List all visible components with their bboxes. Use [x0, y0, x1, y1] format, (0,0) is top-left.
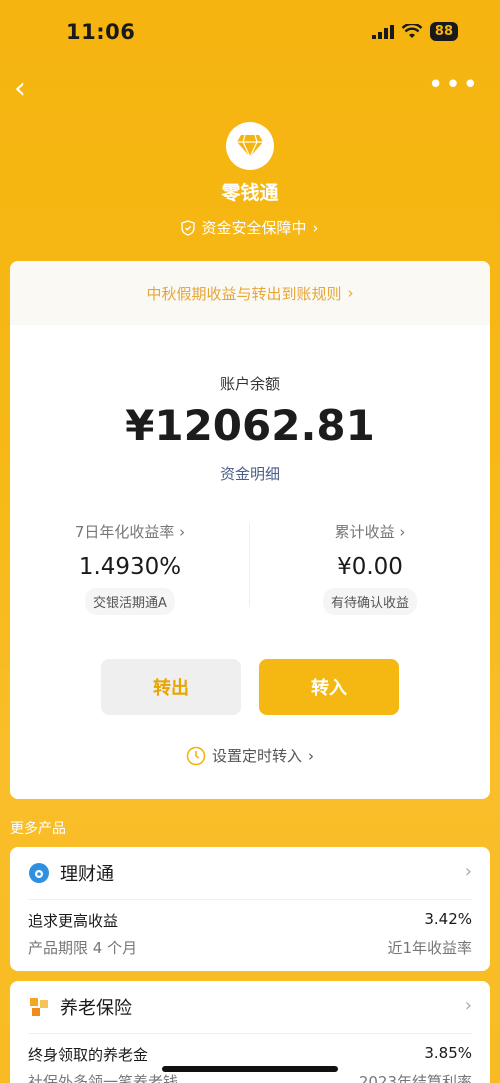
chevron-right-icon: ›: [464, 995, 472, 1016]
balance-label: 账户余额: [219, 375, 280, 393]
pending-tag: 有待确认收益: [322, 588, 417, 615]
yield-label: 7日年化收益率 ›: [74, 523, 186, 541]
pension-logo-icon: [30, 998, 48, 1016]
product-name: 理财通: [60, 864, 114, 885]
transfer-out-button[interactable]: 转出: [101, 659, 241, 715]
page-header: 零钱通 资金安全保障中 ›: [0, 122, 500, 238]
yield-value: 1.4930%: [78, 554, 182, 580]
balance-amount: ¥12062.81: [125, 401, 375, 450]
notice-text: 中秋假期收益与转出到账规则: [146, 284, 342, 303]
status-icons: 88: [371, 22, 458, 41]
battery-icon: 88: [429, 22, 458, 41]
product-sub: 产品期限 4 个月: [28, 939, 138, 957]
transfer-in-button[interactable]: 转入: [259, 659, 399, 715]
product-rate-label: 近1年收益率: [387, 939, 472, 957]
status-time: 11:06: [66, 20, 136, 44]
security-link[interactable]: 资金安全保障中 ›: [0, 217, 500, 238]
nav-bar: ‹ •••: [0, 70, 500, 110]
back-icon[interactable]: ‹: [14, 74, 26, 104]
product-rate: 3.85%: [424, 1044, 472, 1062]
wifi-icon: [401, 24, 422, 38]
page-title: 零钱通: [221, 182, 279, 204]
product-card-licaitong[interactable]: 理财通 › 追求更高收益 3.42% 产品期限 4 个月 近1年收益率: [10, 847, 490, 971]
chevron-right-icon: ›: [399, 523, 406, 541]
product-rate-label: 2023年结算利率: [358, 1073, 472, 1083]
divider: [28, 899, 472, 900]
schedule-label: 设置定时转入: [211, 747, 302, 765]
notice-banner[interactable]: 中秋假期收益与转出到账规则 ›: [10, 261, 490, 325]
home-indicator: [162, 1066, 338, 1072]
product-desc: 追求更高收益: [28, 912, 119, 930]
product-rate: 3.42%: [424, 910, 472, 928]
chevron-right-icon: ›: [308, 746, 314, 765]
shield-icon: [181, 219, 196, 236]
more-products-title: 更多产品: [10, 821, 66, 837]
status-bar: 11:06 88: [0, 0, 500, 66]
more-icon[interactable]: •••: [428, 72, 480, 98]
security-label: 资金安全保障中: [201, 219, 307, 237]
product-name: 养老保险: [60, 998, 132, 1019]
balance-card: 中秋假期收益与转出到账规则 › 账户余额 ¥12062.81 资金明细 7日年化…: [10, 261, 490, 799]
chevron-right-icon: ›: [347, 284, 354, 302]
chevron-right-icon: ›: [464, 861, 472, 882]
earnings-label: 累计收益 ›: [334, 523, 406, 541]
licaitong-logo-icon: [29, 863, 49, 883]
chevron-right-icon: ›: [179, 523, 186, 541]
fund-detail-link[interactable]: 资金明细: [10, 463, 490, 484]
schedule-transfer-link[interactable]: 设置定时转入 ›: [10, 745, 490, 766]
earnings-value: ¥0.00: [337, 554, 403, 580]
divider: [28, 1033, 472, 1034]
product-desc: 终身领取的养老金: [28, 1046, 149, 1064]
diamond-icon: [226, 122, 274, 170]
fund-tag: 交银活期通A: [85, 588, 175, 615]
chevron-right-icon: ›: [312, 218, 319, 237]
earnings-stat[interactable]: 累计收益 › ¥0.00 有待确认收益: [250, 521, 490, 615]
signal-icon: [371, 24, 394, 39]
product-sub: 社保外多领一笔养老钱: [28, 1073, 179, 1083]
yield-stat[interactable]: 7日年化收益率 › 1.4930% 交银活期通A: [10, 521, 250, 615]
clock-icon: [186, 746, 206, 765]
